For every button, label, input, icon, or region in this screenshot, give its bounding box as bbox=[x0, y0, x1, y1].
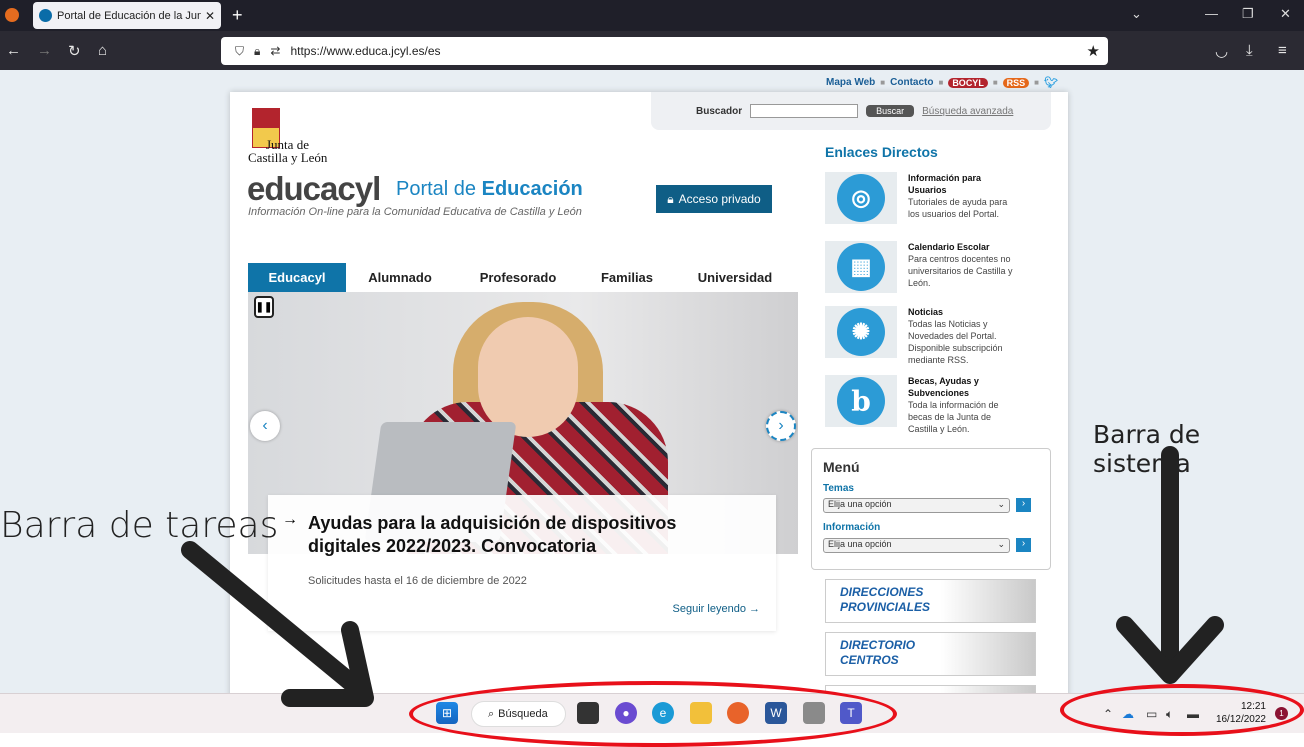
direcciones-provinciales-banner[interactable]: DIRECCIONES PROVINCIALES bbox=[825, 579, 1036, 623]
tab-profesorado[interactable]: Profesorado bbox=[454, 263, 582, 292]
minimize-button[interactable]: — bbox=[1205, 6, 1218, 21]
directorio-centros-banner[interactable]: DIRECTORIO CENTROS bbox=[825, 632, 1036, 676]
portal-strong: Educación bbox=[481, 178, 583, 200]
direct-links-title: Enlaces Directos bbox=[825, 144, 938, 160]
link-becas[interactable]: b Becas, Ayudas y Subvenciones Toda la in… bbox=[825, 375, 1055, 435]
temas-select[interactable]: Elija una opción ⌄ bbox=[823, 498, 1010, 513]
lock-icon[interactable]: 🔒︎ bbox=[254, 44, 260, 59]
tagline: Información On-line para la Comunidad Ed… bbox=[248, 206, 582, 218]
top-links: Mapa Web ■ Contacto ■ BOCYL ■ RSS ■ 🐦︎ bbox=[826, 76, 1058, 89]
chevron-down-icon: ⌄ bbox=[997, 499, 1005, 509]
info-select[interactable]: Elija una opción ⌄ bbox=[823, 538, 1010, 553]
home-icon[interactable]: ⌂ bbox=[98, 42, 107, 59]
read-more-link[interactable]: Seguir leyendo → bbox=[673, 603, 760, 615]
junta-logo-text[interactable]: Junta de Castilla y León bbox=[248, 138, 327, 164]
carousel-next-icon[interactable]: › bbox=[766, 411, 796, 441]
temas-go-button[interactable]: › bbox=[1016, 498, 1031, 512]
systembar-arrow-icon bbox=[1116, 446, 1224, 684]
lifebuoy-icon: ◎ bbox=[837, 174, 885, 222]
temas-label: Temas bbox=[823, 483, 854, 494]
app-menu-icon[interactable]: ≡ bbox=[1278, 42, 1287, 59]
tab-list-icon[interactable]: ⌄ bbox=[1131, 6, 1142, 22]
search-label: Buscador bbox=[696, 105, 743, 117]
chevron-down-icon: ⌄ bbox=[997, 539, 1005, 549]
info-go-button[interactable]: › bbox=[1016, 538, 1031, 552]
pocket-icon[interactable]: ◡ bbox=[1215, 42, 1228, 60]
main-menu: Educacyl Alumnado Profesorado Familias U… bbox=[248, 263, 798, 292]
tab-educacyl[interactable]: Educacyl bbox=[248, 263, 346, 292]
portal-prefix: Portal de bbox=[396, 178, 477, 200]
megaphone-icon: ✺ bbox=[837, 308, 885, 356]
search-button[interactable]: Buscar bbox=[866, 105, 915, 117]
advanced-search-link[interactable]: Búsqueda avanzada bbox=[922, 106, 1013, 117]
logo-line2: Castilla y León bbox=[248, 150, 328, 165]
twitter-icon[interactable]: 🐦︎ bbox=[1044, 76, 1058, 89]
b-icon: b bbox=[837, 377, 885, 425]
reload-icon[interactable]: ↻ bbox=[68, 42, 81, 60]
new-tab-button[interactable]: + bbox=[232, 5, 243, 26]
browser-tab-bar: Portal de Educación de la Junta ✕ + ⌄ — … bbox=[0, 0, 1304, 31]
link-informacion-usuarios[interactable]: ◎ Información para Usuarios Tutoriales de… bbox=[825, 172, 1055, 224]
back-icon[interactable]: ← bbox=[6, 42, 21, 59]
pause-icon[interactable]: ❚❚ bbox=[254, 296, 274, 318]
contacto-link[interactable]: Contacto bbox=[890, 77, 933, 88]
tab-universidad[interactable]: Universidad bbox=[672, 263, 798, 292]
browser-tab[interactable]: Portal de Educación de la Junta ✕ bbox=[33, 2, 221, 29]
downloads-icon[interactable]: ⤓ bbox=[1246, 42, 1253, 59]
next-banner[interactable] bbox=[825, 685, 1036, 693]
direct-links: Enlaces Directos ◎ Información para Usua… bbox=[825, 144, 1055, 434]
carousel-prev-icon[interactable]: ‹ bbox=[250, 411, 280, 441]
lock-icon: 🔒︎ bbox=[667, 191, 674, 206]
systembar-highlight-ellipse bbox=[1060, 684, 1304, 736]
permissions-icon[interactable]: ⇄ bbox=[270, 44, 280, 58]
tab-title: Portal de Educación de la Junta bbox=[57, 9, 201, 22]
site-favicon-icon bbox=[39, 9, 52, 22]
close-window-button[interactable]: ✕ bbox=[1280, 6, 1291, 22]
info-label: Información bbox=[823, 522, 881, 533]
link-noticias[interactable]: ✺ Noticias Todas las Noticias y Novedades… bbox=[825, 306, 1055, 366]
educacyl-brand[interactable]: educacyl bbox=[247, 170, 381, 208]
link-calendario-escolar[interactable]: ▦ Calendario Escolar Para centros docente… bbox=[825, 241, 1055, 293]
private-access-label: Acceso privado bbox=[678, 192, 761, 206]
search-area: Buscador Buscar Búsqueda avanzada bbox=[651, 92, 1051, 130]
taskbar-arrow-icon bbox=[181, 541, 374, 707]
shield-icon[interactable]: ⛉ bbox=[235, 44, 244, 59]
restore-button[interactable]: ❐ bbox=[1242, 6, 1254, 22]
tab-familias[interactable]: Familias bbox=[582, 263, 672, 292]
search-input[interactable] bbox=[750, 104, 859, 118]
url-text[interactable]: https://www.educa.jcyl.es/es bbox=[290, 44, 440, 58]
close-tab-icon[interactable]: ✕ bbox=[205, 9, 215, 23]
forward-icon[interactable]: → bbox=[37, 42, 52, 59]
hero-image-face bbox=[478, 317, 578, 437]
bookmark-star-icon[interactable]: ★ bbox=[1087, 42, 1100, 60]
portal-title: Portal de Educación bbox=[396, 178, 583, 201]
calendar-icon: ▦ bbox=[837, 243, 885, 291]
bocyl-link[interactable]: BOCYL bbox=[948, 77, 988, 88]
rss-link[interactable]: RSS bbox=[1002, 77, 1030, 88]
url-bar[interactable]: ⛉ 🔒︎ ⇄ https://www.educa.jcyl.es/es ★ bbox=[221, 37, 1108, 65]
menu-box-title: Menú bbox=[823, 459, 860, 475]
private-access-button[interactable]: 🔒︎ Acceso privado bbox=[656, 185, 772, 213]
tab-alumnado[interactable]: Alumnado bbox=[346, 263, 454, 292]
taskbar-highlight-ellipse bbox=[409, 681, 897, 747]
arrow-right-icon: → bbox=[282, 511, 298, 528]
firefox-icon[interactable] bbox=[5, 8, 19, 22]
mapa-web-link[interactable]: Mapa Web bbox=[826, 77, 875, 88]
menu-box: Menú Temas Elija una opción ⌄ › Informaci… bbox=[811, 448, 1051, 570]
